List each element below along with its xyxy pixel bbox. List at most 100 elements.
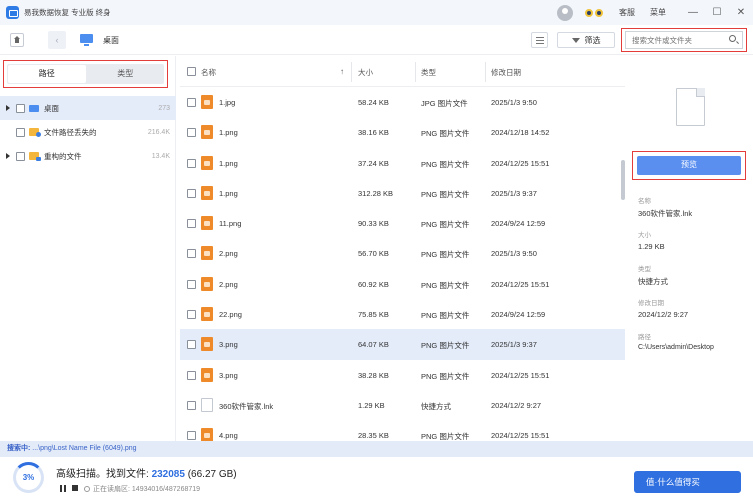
file-date: 2024/9/24 12:59 <box>491 219 546 229</box>
tree-item-rebuilt[interactable]: 重构的文件 13.4K <box>0 144 176 168</box>
file-name: 2.png <box>219 249 238 259</box>
breadcrumb[interactable]: 桌面 <box>103 35 119 46</box>
maximize-button[interactable]: ☐ <box>705 7 729 18</box>
table-row[interactable]: 3.png 38.28 KB PNG 图片文件 2024/12/25 15:51 <box>180 360 625 390</box>
file-type: 快捷方式 <box>421 401 451 411</box>
minimize-button[interactable]: — <box>681 7 705 18</box>
column-name[interactable]: 名称 <box>201 67 216 78</box>
row-checkbox[interactable] <box>187 370 196 380</box>
support-link[interactable]: 客服 <box>619 7 635 18</box>
scrollbar[interactable] <box>621 160 625 200</box>
tree-checkbox[interactable] <box>16 103 25 113</box>
user-avatar-icon[interactable] <box>557 4 573 21</box>
file-type: PNG 图片文件 <box>421 341 470 351</box>
vip-badge-icon[interactable] <box>585 6 605 20</box>
file-name: 1.png <box>219 188 238 198</box>
row-checkbox[interactable] <box>187 219 196 229</box>
file-date: 2024/12/25 15:51 <box>491 370 550 380</box>
file-name: 1.jpg <box>219 98 236 107</box>
column-date[interactable]: 修改日期 <box>491 67 521 78</box>
home-button[interactable] <box>10 33 24 47</box>
scan-summary: 高级扫描。找到文件: 232085 (66.27 GB) <box>56 465 237 480</box>
file-size: 60.92 KB <box>358 279 389 289</box>
left-panel: 路径 类型 桌面 273 文件路径丢失的 216.4K 重构的文件 13.4K <box>0 56 176 441</box>
file-date: 2025/1/3 9:37 <box>491 188 537 198</box>
expand-arrow-icon[interactable] <box>6 153 10 159</box>
image-file-icon <box>201 216 213 231</box>
search-input[interactable] <box>626 32 726 48</box>
desktop-icon <box>80 34 93 46</box>
details-panel: 预览 名称 360软件管家.lnk 大小 1.29 KB 类型 快捷方式 修改日… <box>628 56 753 441</box>
file-size: 38.16 KB <box>358 128 389 138</box>
tab-type[interactable]: 类型 <box>87 64 165 84</box>
view-tabs: 路径 类型 <box>7 64 164 84</box>
row-checkbox[interactable] <box>187 98 196 107</box>
table-row[interactable]: 3.png 64.07 KB PNG 图片文件 2025/1/3 9:37 <box>180 329 625 360</box>
back-button[interactable]: ‹ <box>48 31 66 49</box>
app-title: 易我数据恢复 专业版 终身 <box>24 8 111 17</box>
preview-button[interactable]: 预览 <box>637 156 741 175</box>
expand-arrow-icon[interactable] <box>6 105 10 111</box>
table-row[interactable]: 1.png 38.16 KB PNG 图片文件 2024/12/18 14:52 <box>180 117 625 147</box>
file-size: 312.28 KB <box>358 188 394 198</box>
file-type: PNG 图片文件 <box>421 311 470 321</box>
file-name: 2.png <box>219 279 238 289</box>
file-name: 22.png <box>219 310 242 320</box>
tree-checkbox[interactable] <box>16 151 25 161</box>
column-size[interactable]: 大小 <box>358 67 373 78</box>
table-row[interactable]: 22.png 75.85 KB PNG 图片文件 2024/9/24 12:59 <box>180 299 625 329</box>
row-checkbox[interactable] <box>187 158 196 168</box>
tree-item-lost-path[interactable]: 文件路径丢失的 216.4K <box>0 120 176 144</box>
column-type[interactable]: 类型 <box>421 67 436 78</box>
table-row[interactable]: 1.png 312.28 KB PNG 图片文件 2025/1/3 9:37 <box>180 178 625 208</box>
app-logo-icon <box>6 6 19 19</box>
table-row[interactable]: 1.jpg 58.24 KB JPG 图片文件 2025/1/3 9:50 <box>180 87 625 117</box>
image-file-icon <box>201 246 213 261</box>
close-button[interactable]: ✕ <box>729 7 753 18</box>
file-size: 38.28 KB <box>358 370 389 380</box>
detail-date-value: 2024/12/2 9:27 <box>638 310 689 319</box>
row-checkbox[interactable] <box>187 340 196 350</box>
file-type: JPG 图片文件 <box>421 99 468 108</box>
folder-tree: 桌面 273 文件路径丢失的 216.4K 重构的文件 13.4K <box>0 96 176 168</box>
preview-highlight-box: 预览 <box>632 151 746 180</box>
row-checkbox[interactable] <box>187 128 196 138</box>
sort-ascending-icon[interactable]: ↑ <box>340 67 344 76</box>
row-checkbox[interactable] <box>187 431 196 441</box>
file-date: 2024/12/18 14:52 <box>491 128 550 138</box>
table-row[interactable]: 2.png 56.70 KB PNG 图片文件 2025/1/3 9:50 <box>180 238 625 268</box>
detail-name-label: 名称 <box>638 198 651 205</box>
row-checkbox[interactable] <box>187 188 196 198</box>
sector-progress: 正在读扇区: 14934016/487268719 <box>84 484 200 494</box>
select-all-checkbox[interactable] <box>187 67 196 76</box>
search-icon[interactable] <box>729 35 736 42</box>
table-row[interactable]: 2.png 60.92 KB PNG 图片文件 2024/12/25 15:51 <box>180 269 625 299</box>
tab-path[interactable]: 路径 <box>8 65 86 83</box>
row-checkbox[interactable] <box>187 249 196 259</box>
pause-icon[interactable] <box>60 485 66 492</box>
file-type: PNG 图片文件 <box>421 220 470 230</box>
tree-item-label: 重构的文件 <box>44 151 82 161</box>
menu-link[interactable]: 菜单 <box>650 7 666 18</box>
row-checkbox[interactable] <box>187 279 196 289</box>
table-row[interactable]: 1.png 37.24 KB PNG 图片文件 2024/12/25 15:51 <box>180 148 625 178</box>
table-row[interactable]: 11.png 90.33 KB PNG 图片文件 2024/9/24 12:59 <box>180 208 625 238</box>
row-checkbox[interactable] <box>187 400 196 410</box>
lost-folder-icon <box>29 128 41 137</box>
file-name: 4.png <box>219 431 238 441</box>
image-file-icon <box>201 125 213 140</box>
file-name: 3.png <box>219 340 238 350</box>
tree-checkbox[interactable] <box>16 127 25 137</box>
file-name: 360软件管家.lnk <box>219 401 274 411</box>
filter-button[interactable]: 筛选 <box>557 32 615 48</box>
file-date: 2024/12/25 15:51 <box>491 158 550 168</box>
tree-item-desktop[interactable]: 桌面 273 <box>0 96 176 120</box>
file-date: 2024/9/24 12:59 <box>491 310 546 320</box>
scan-status-prefix: 搜索中: <box>7 445 31 452</box>
file-rows: 1.jpg 58.24 KB JPG 图片文件 2025/1/3 9:50 1.png 3… <box>180 87 625 451</box>
table-row[interactable]: 360软件管家.lnk 1.29 KB 快捷方式 2024/12/2 9:27 <box>180 390 625 420</box>
row-checkbox[interactable] <box>187 310 196 320</box>
list-view-button[interactable] <box>531 32 548 48</box>
stop-icon[interactable] <box>72 485 78 491</box>
filter-icon <box>571 37 580 43</box>
